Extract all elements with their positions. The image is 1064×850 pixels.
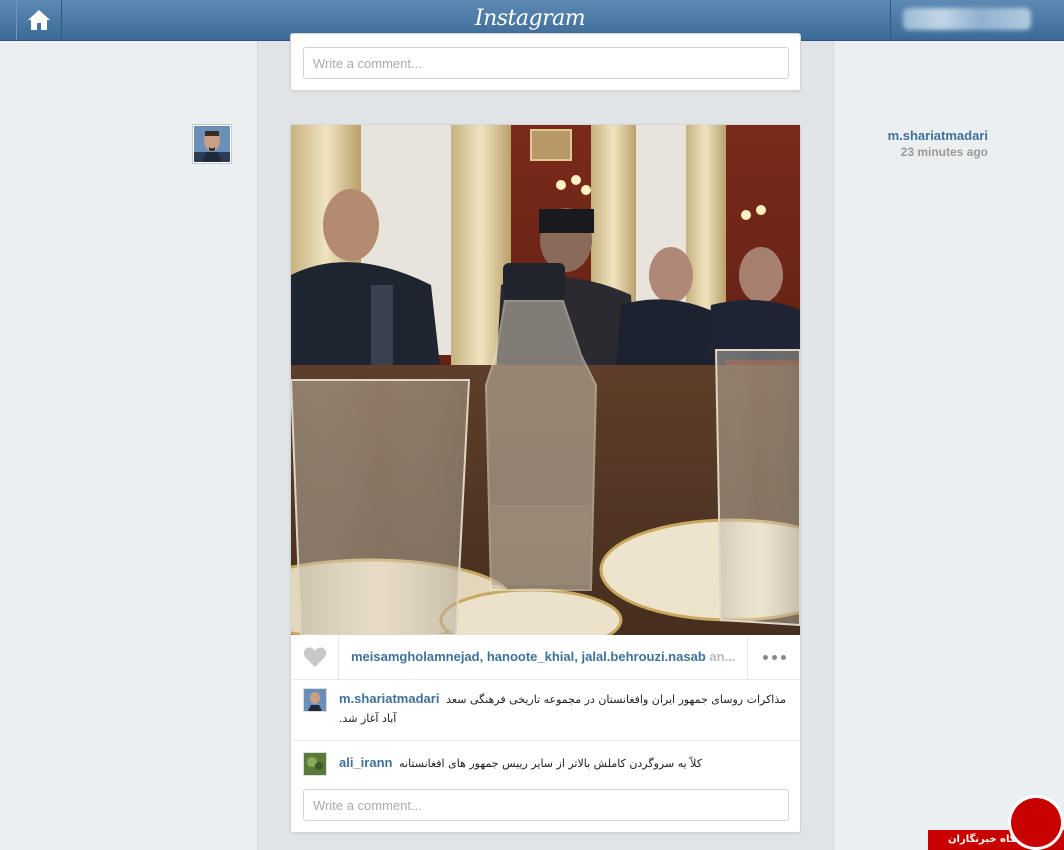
previous-comment-input[interactable] — [303, 47, 789, 79]
post-author-meta: m.shariatmadari 23 minutes ago — [828, 128, 988, 160]
comment-username[interactable]: m.shariatmadari — [339, 691, 439, 706]
previous-post-card — [290, 33, 801, 91]
avatar-image — [194, 126, 230, 162]
post-author-username[interactable]: m.shariatmadari — [828, 128, 988, 144]
likes-bar: meisamgholamnejad, hanoote_khial, jalal.… — [291, 635, 800, 680]
comment-input[interactable] — [303, 789, 789, 821]
more-dot-icon — [771, 654, 777, 660]
commenter-avatar[interactable] — [303, 688, 327, 712]
post-author-avatar[interactable] — [192, 124, 232, 164]
comment-item: m.shariatmadari مذاکرات روسای جمهور ایرا… — [303, 688, 789, 738]
heart-icon — [303, 647, 326, 667]
liker-separator: , — [479, 649, 487, 664]
liker-username[interactable]: jalal.behrouzi.nasab — [582, 649, 706, 664]
post-card: meisamgholamnejad, hanoote_khial, jalal.… — [290, 124, 801, 833]
instagram-logo[interactable]: Instagram — [460, 4, 600, 36]
home-button[interactable] — [16, 0, 62, 40]
commenter-avatar-image — [304, 753, 326, 775]
post-photo[interactable] — [291, 125, 800, 635]
liker-username[interactable]: meisamgholamnejad — [351, 649, 480, 664]
comment-body: m.shariatmadari مذاکرات روسای جمهور ایرا… — [339, 690, 799, 728]
comment-body: ali_irann کلاً یه سروگردن کاملش بالاتر ا… — [339, 754, 799, 773]
meeting-photo — [291, 125, 800, 635]
post-timestamp[interactable]: 23 minutes ago — [828, 144, 988, 160]
more-options-button[interactable] — [747, 635, 800, 679]
comment-username[interactable]: ali_irann — [339, 755, 392, 770]
liker-separator: , — [574, 649, 582, 664]
comment-divider — [291, 740, 800, 741]
user-profile-menu[interactable] — [890, 0, 1064, 40]
likers-list: meisamgholamnejad, hanoote_khial, jalal.… — [351, 649, 746, 667]
home-icon — [28, 10, 50, 30]
watermark-logo-icon — [1008, 795, 1064, 850]
comment-text: کلاً یه سروگردن کاملش بالاتر از سایر ریی… — [399, 757, 702, 770]
liker-username[interactable]: hanoote_khial — [487, 649, 574, 664]
like-button[interactable] — [291, 635, 339, 679]
comment-item: ali_irann کلاً یه سروگردن کاملش بالاتر ا… — [303, 752, 789, 782]
likers-overflow[interactable]: an... — [709, 649, 735, 664]
commenter-avatar-image — [304, 689, 326, 711]
commenter-avatar[interactable] — [303, 752, 327, 776]
right-pane — [834, 41, 1064, 850]
more-dot-icon — [762, 654, 768, 660]
more-dot-icon — [780, 654, 786, 660]
blurred-username — [903, 8, 1031, 30]
